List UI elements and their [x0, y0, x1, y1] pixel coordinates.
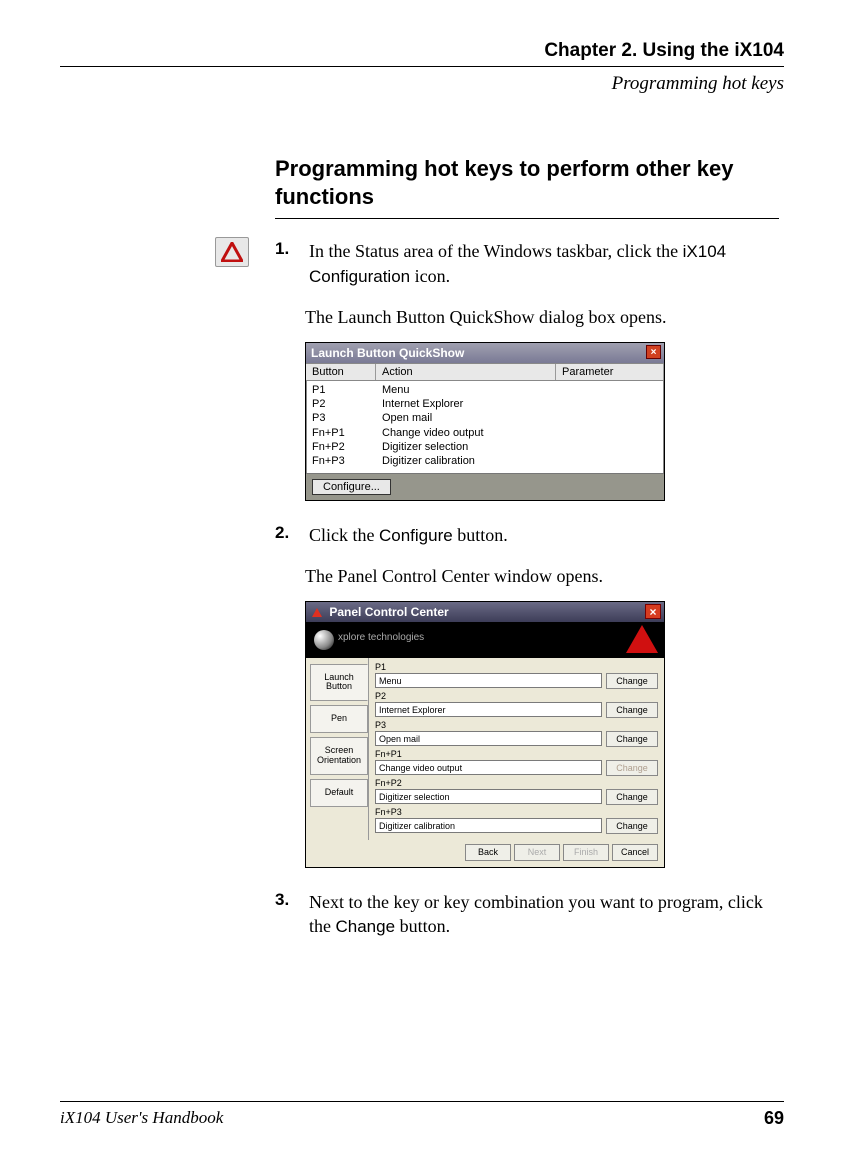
cell-button: P3 [312, 411, 382, 425]
close-button[interactable]: × [645, 604, 661, 619]
table-row[interactable]: Fn+P1Change video output [306, 426, 664, 440]
step-text: Click the Configure button. [309, 523, 779, 548]
next-button: Next [514, 844, 560, 861]
dialog-titlebar[interactable]: Panel Control Center × [306, 602, 664, 622]
table-header-row: Button Action Parameter [306, 363, 664, 381]
page-number: 69 [764, 1108, 784, 1129]
triangle-icon [626, 625, 658, 653]
footer-divider [60, 1101, 784, 1102]
banner-text: xplore technologies [338, 632, 424, 643]
change-button: Change [606, 760, 658, 776]
table-row[interactable]: P1Menu [306, 383, 664, 397]
step-text: Next to the key or key combination you w… [309, 890, 779, 939]
field-value[interactable]: Change video output [375, 760, 602, 775]
column-header-parameter[interactable]: Parameter [556, 364, 664, 380]
field-value[interactable]: Open mail [375, 731, 602, 746]
finish-button: Finish [563, 844, 609, 861]
header-divider [60, 66, 784, 67]
configure-button[interactable]: Configure... [312, 479, 391, 495]
back-button[interactable]: Back [465, 844, 511, 861]
cell-button: P1 [312, 383, 382, 397]
dialog-footer: Configure... [306, 473, 664, 500]
field-label: P3 [375, 720, 658, 730]
cell-action: Digitizer selection [382, 440, 562, 454]
field-label: Fn+P1 [375, 749, 658, 759]
field-label: P1 [375, 662, 658, 672]
tab-strip: Launch Button Pen Screen Orientation Def… [306, 658, 368, 840]
step-number: 1. [275, 239, 305, 259]
cell-button: Fn+P3 [312, 454, 382, 468]
table-row[interactable]: Fn+P3Digitizer calibration [306, 454, 664, 468]
cancel-button[interactable]: Cancel [612, 844, 658, 861]
warning-icon [215, 237, 249, 267]
change-button[interactable]: Change [606, 818, 658, 834]
change-button[interactable]: Change [606, 731, 658, 747]
step-followup: The Panel Control Center window opens. [305, 566, 779, 587]
dialog-titlebar[interactable]: Launch Button QuickShow × [306, 343, 664, 363]
chapter-title: Chapter 2. Using the iX104 [60, 40, 784, 62]
ui-term: Change [336, 917, 396, 936]
field-value[interactable]: Digitizer calibration [375, 818, 602, 833]
dialog-title: Panel Control Center [329, 605, 448, 619]
page-heading: Programming hot keys to perform other ke… [275, 155, 779, 210]
step-number: 3. [275, 890, 305, 910]
table-row[interactable]: P2Internet Explorer [306, 397, 664, 411]
form-area: P1Menu Change P2Internet Explorer Change P… [368, 658, 664, 840]
table-row[interactable]: P3Open mail [306, 411, 664, 425]
step-text-b: button. [453, 525, 508, 545]
triangle-icon [312, 608, 322, 617]
section-subtitle: Programming hot keys [60, 73, 784, 95]
ui-term: Configure [379, 526, 453, 545]
cell-button: Fn+P2 [312, 440, 382, 454]
banner: xplore technologies [306, 622, 664, 658]
field-label: Fn+P2 [375, 778, 658, 788]
step-text-a: Click the [309, 525, 379, 545]
step-text-b: icon. [410, 266, 450, 286]
field-label: Fn+P3 [375, 807, 658, 817]
field-value[interactable]: Digitizer selection [375, 789, 602, 804]
cell-action: Internet Explorer [382, 397, 562, 411]
change-button[interactable]: Change [606, 673, 658, 689]
dialog-footer: Back Next Finish Cancel [306, 840, 664, 867]
close-button[interactable]: × [646, 345, 661, 359]
table-row[interactable]: Fn+P2Digitizer selection [306, 440, 664, 454]
cell-button: Fn+P1 [312, 426, 382, 440]
cell-action: Open mail [382, 411, 562, 425]
column-header-button[interactable]: Button [306, 364, 376, 380]
field-value[interactable]: Menu [375, 673, 602, 688]
column-header-action[interactable]: Action [376, 364, 556, 380]
cell-button: P2 [312, 397, 382, 411]
step-text: In the Status area of the Windows taskba… [309, 239, 779, 289]
footer-doc-title: iX104 User's Handbook [60, 1108, 223, 1129]
quickshow-dialog: Launch Button QuickShow × Button Action … [305, 342, 665, 501]
step-text-b: button. [395, 916, 450, 936]
heading-divider [275, 218, 779, 219]
table-body: P1Menu P2Internet Explorer P3Open mail F… [306, 381, 664, 473]
step-number: 2. [275, 523, 305, 543]
cell-action: Menu [382, 383, 562, 397]
logo-icon [314, 630, 334, 650]
tab-launch-button[interactable]: Launch Button [310, 664, 368, 702]
cell-action: Change video output [382, 426, 562, 440]
change-button[interactable]: Change [606, 702, 658, 718]
step-followup: The Launch Button QuickShow dialog box o… [305, 307, 779, 328]
tab-screen-orientation[interactable]: Screen Orientation [310, 737, 368, 775]
cell-action: Digitizer calibration [382, 454, 562, 468]
step-text-a: In the Status area of the Windows taskba… [309, 241, 683, 261]
field-value[interactable]: Internet Explorer [375, 702, 602, 717]
change-button[interactable]: Change [606, 789, 658, 805]
panel-control-center-dialog: Panel Control Center × xplore technologi… [305, 601, 665, 868]
field-label: P2 [375, 691, 658, 701]
tab-default[interactable]: Default [310, 779, 368, 807]
tab-pen[interactable]: Pen [310, 705, 368, 733]
dialog-title: Launch Button QuickShow [311, 346, 464, 360]
